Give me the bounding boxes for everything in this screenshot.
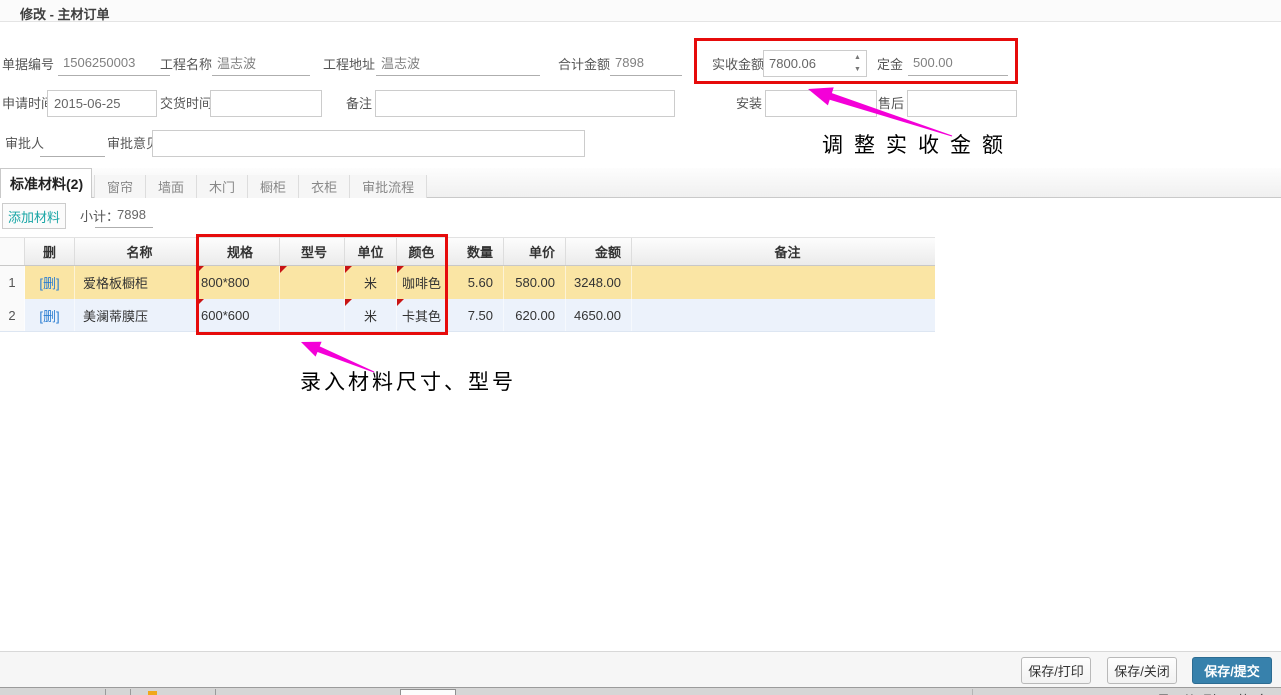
inactive-tabs: 窗帘 墙面 木门 橱柜 衣柜 审批流程 (94, 175, 427, 198)
delete-cell: [删] (25, 266, 75, 299)
amount-cell: 4650.00 (566, 299, 632, 331)
price-cell[interactable]: 620.00 (504, 299, 566, 331)
apply-date-input[interactable] (47, 90, 157, 117)
remark-label: 备注 (346, 96, 372, 112)
header-qty[interactable]: 数量 (447, 238, 504, 265)
install-input[interactable] (765, 90, 877, 117)
qty-cell[interactable]: 5.60 (447, 266, 504, 299)
table-row: 2 [删] 美澜蒂膜压 600*600 米 卡其色 7.50 620.00 46… (0, 299, 935, 332)
tab-wall[interactable]: 墙面 (146, 175, 197, 198)
header-delete[interactable]: 删 (25, 238, 75, 265)
note-cell[interactable] (632, 299, 935, 331)
tab-approval-flow[interactable]: 审批流程 (350, 175, 427, 198)
tab-cabinet[interactable]: 橱柜 (248, 175, 299, 198)
background-fragment (215, 689, 216, 695)
spinner-down-icon[interactable]: ▼ (849, 64, 866, 77)
after-sale-label: 售后 (878, 96, 904, 112)
header-spec[interactable]: 规格 (197, 238, 280, 265)
spec-cell[interactable]: 600*600 (197, 299, 280, 331)
name-cell[interactable]: 美澜蒂膜压 (75, 299, 197, 331)
header-price[interactable]: 单价 (504, 238, 566, 265)
header-unit[interactable]: 单位 (345, 238, 397, 265)
color-cell[interactable]: 咖啡色 (397, 266, 447, 299)
after-sale-input[interactable] (907, 90, 1017, 117)
note-cell[interactable] (632, 266, 935, 299)
clipped-background-strip: 显示从1到2，共2条 (0, 687, 1281, 695)
delivery-date-input[interactable] (210, 90, 322, 117)
background-fragment (130, 689, 131, 695)
tab-standard-materials[interactable]: 标准材料(2) (0, 168, 92, 198)
background-fragment-icon (148, 691, 157, 695)
header-model[interactable]: 型号 (280, 238, 345, 265)
subtotal-value (95, 206, 153, 228)
page-title: 修改 - 主材订单 (20, 4, 110, 23)
model-cell[interactable] (280, 266, 345, 299)
add-material-button[interactable]: 添加材料 (2, 203, 66, 229)
background-fragment (105, 689, 106, 695)
project-name-label: 工程名称 (160, 57, 212, 73)
save-print-button[interactable]: 保存/打印 (1021, 657, 1091, 684)
header-name[interactable]: 名称 (75, 238, 197, 265)
project-name-input[interactable] (212, 54, 310, 76)
total-amount-value (610, 54, 682, 76)
tab-strip: 标准材料(2) 窗帘 墙面 木门 橱柜 衣柜 审批流程 (0, 168, 1281, 198)
delete-link[interactable]: [删] (39, 306, 59, 325)
install-label: 安装 (736, 96, 762, 112)
project-address-label: 工程地址 (323, 57, 375, 73)
model-cell[interactable] (280, 299, 345, 331)
price-cell[interactable]: 580.00 (504, 266, 566, 299)
background-fragment (972, 689, 973, 695)
header-color[interactable]: 颜色 (397, 238, 447, 265)
row-number-cell: 2 (0, 299, 25, 331)
pager-text: 显示从1到2，共2条 (1157, 690, 1270, 695)
tab-curtain[interactable]: 窗帘 (94, 175, 146, 198)
deposit-input[interactable] (908, 54, 1008, 76)
deposit-label: 定金 (877, 57, 903, 73)
project-address-input[interactable] (376, 54, 540, 76)
approver-label: 审批人 (5, 136, 44, 152)
unit-cell[interactable]: 米 (345, 266, 397, 299)
order-no-label: 单据编号 (2, 57, 54, 73)
approver-input[interactable] (40, 135, 105, 157)
annotation-adjust-received: 调整实收金额 (822, 129, 1014, 159)
qty-cell[interactable]: 7.50 (447, 299, 504, 331)
delete-cell: [删] (25, 299, 75, 331)
header-amount[interactable]: 金额 (566, 238, 632, 265)
approval-comment-input[interactable] (152, 130, 585, 157)
delivery-date-label: 交货时间 (160, 96, 212, 112)
tab-wardrobe[interactable]: 衣柜 (299, 175, 350, 198)
dialog-titlebar: 修改 - 主材订单 (0, 0, 1281, 22)
spinner-buttons: ▲ ▼ (849, 51, 866, 76)
table-row: 1 [删] 爱格板橱柜 800*800 米 咖啡色 5.60 580.00 32… (0, 266, 935, 299)
name-cell[interactable]: 爱格板橱柜 (75, 266, 197, 299)
amount-cell: 3248.00 (566, 266, 632, 299)
header-note[interactable]: 备注 (632, 238, 935, 265)
tab-wood-door[interactable]: 木门 (197, 175, 248, 198)
remark-input[interactable] (375, 90, 675, 117)
grid-header: 删 名称 规格 型号 单位 颜色 数量 单价 金额 备注 (0, 237, 935, 266)
unit-cell[interactable]: 米 (345, 299, 397, 331)
color-cell[interactable]: 卡其色 (397, 299, 447, 331)
save-close-button[interactable]: 保存/关闭 (1107, 657, 1177, 684)
save-submit-button[interactable]: 保存/提交 (1192, 657, 1272, 684)
spec-cell[interactable]: 800*800 (197, 266, 280, 299)
order-no-input[interactable] (58, 54, 170, 76)
background-fragment-box (400, 689, 456, 695)
total-amount-label: 合计金额 (558, 57, 610, 73)
spinner-up-icon[interactable]: ▲ (849, 51, 866, 64)
received-amount-spinner: ▲ ▼ (763, 50, 867, 77)
row-number-cell: 1 (0, 266, 25, 299)
received-amount-input[interactable] (764, 51, 849, 76)
received-amount-label: 实收金额 (712, 57, 764, 73)
header-row-number (0, 238, 25, 265)
annotation-enter-spec: 录入材料尺寸、型号 (300, 366, 516, 396)
delete-link[interactable]: [删] (39, 273, 59, 292)
order-edit-dialog: 修改 - 主材订单 单据编号 工程名称 工程地址 合计金额 实收金额 ▲ ▼ 定… (0, 0, 1281, 695)
